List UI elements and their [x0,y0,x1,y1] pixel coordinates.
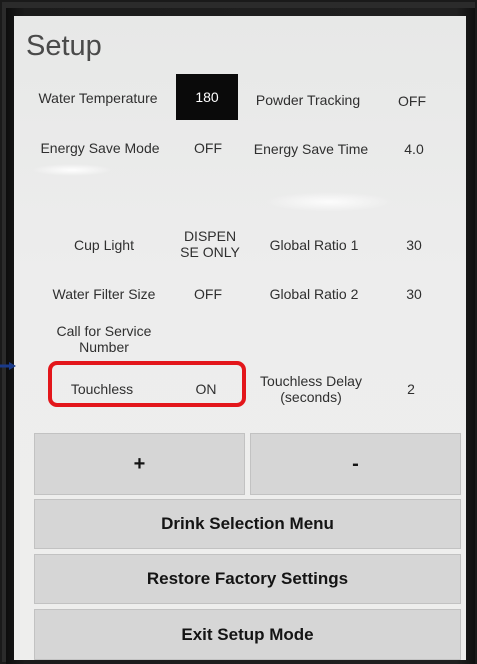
page-title: Setup [26,30,102,62]
cup-light-value-line1: DISPEN [183,228,237,244]
restore-factory-settings-button[interactable]: Restore Factory Settings [34,554,461,604]
energy-save-mode-label: Energy Save Mode [40,140,160,156]
pointer-arrow-icon [0,362,16,370]
global-ratio-1-value[interactable]: 30 [396,237,432,253]
energy-save-time-value[interactable]: 4.0 [394,141,434,157]
call-for-service-label-line1: Call for Service [56,323,152,339]
water-filter-size-value[interactable]: OFF [188,286,228,302]
water-temperature-value[interactable]: 180 [176,74,238,120]
increment-button[interactable]: + [34,433,245,495]
cup-light-value[interactable]: DISPEN SE ONLY [178,228,242,260]
powder-tracking-label: Powder Tracking [255,92,361,108]
drink-selection-menu-button[interactable]: Drink Selection Menu [34,499,461,549]
cup-light-label: Cup Light [74,237,134,253]
energy-save-mode-value[interactable]: OFF [188,140,228,156]
powder-tracking-value[interactable]: OFF [392,93,432,109]
cup-light-value-line2: SE ONLY [180,244,240,260]
touchless-delay-value[interactable]: 2 [396,381,426,397]
decrement-button[interactable]: - [250,433,461,495]
touchless-delay-label: Touchless Delay (seconds) [246,373,376,405]
touchless-delay-label-line2: (seconds) [280,389,342,405]
global-ratio-1-label: Global Ratio 1 [269,237,359,253]
call-for-service-label-line2: Number [79,339,129,355]
global-ratio-2-label: Global Ratio 2 [269,286,359,302]
screen-glare [264,192,394,212]
global-ratio-2-value[interactable]: 30 [396,286,432,302]
touchless-delay-label-line1: Touchless Delay [260,373,362,389]
setup-screen: Setup Water Temperature 180 Powder Track… [14,16,466,660]
call-for-service-label[interactable]: Call for Service Number [34,323,174,355]
exit-setup-mode-button[interactable]: Exit Setup Mode [34,609,461,660]
water-filter-size-label: Water Filter Size [52,286,156,302]
energy-save-time-label: Energy Save Time [253,141,369,157]
water-temperature-label: Water Temperature [38,90,158,106]
screen-glare [32,164,112,176]
touchless-highlight-box [48,361,246,407]
